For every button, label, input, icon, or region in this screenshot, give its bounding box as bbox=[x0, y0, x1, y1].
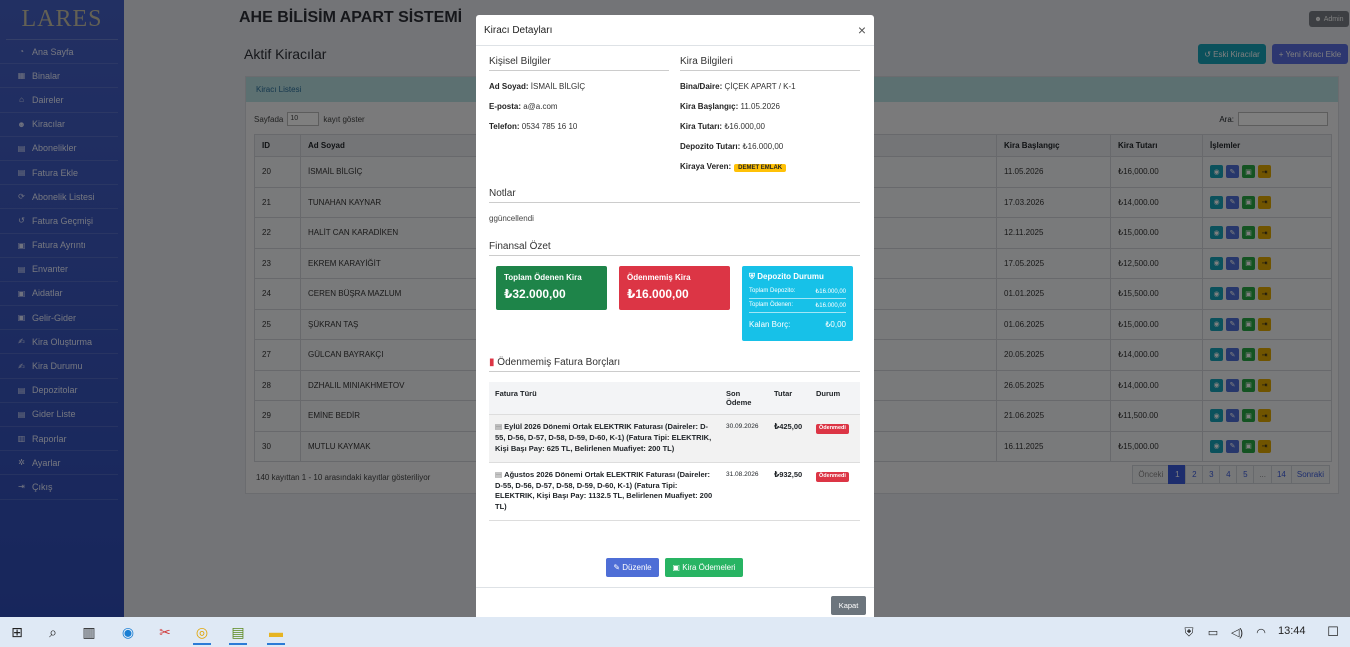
modal-footer: Kapat bbox=[476, 587, 874, 617]
chrome-icon[interactable]: ◎ bbox=[189, 619, 215, 645]
taskbar: ⊞ ⌕ ▥ ◉ ✂ ◎ ▤ ▬ ⛨ ▭ ◁) ◠ 13:44 ☐ bbox=[0, 617, 1350, 647]
edit-button[interactable]: ✎ Düzenle bbox=[606, 558, 659, 577]
volume-icon[interactable]: ◁) bbox=[1224, 619, 1250, 645]
landlord: Kiraya Veren: DEMET EMLAK bbox=[680, 162, 787, 172]
windows-start-icon[interactable]: ⊞ bbox=[4, 619, 30, 645]
shield-icon: ⛨ bbox=[749, 272, 755, 281]
notes-title: Notlar bbox=[489, 188, 860, 203]
close-button[interactable]: Kapat bbox=[831, 596, 866, 615]
invoice-amount: ₺932,50 bbox=[768, 462, 810, 522]
search-icon[interactable]: ⌕ bbox=[40, 619, 66, 645]
paid-rent-box: Toplam Ödenen Kira ₺32.000,00 bbox=[496, 266, 607, 310]
tenant-email: E-posta: a@a.com bbox=[489, 102, 558, 111]
notifications-icon[interactable]: ☐ bbox=[1320, 619, 1346, 645]
rent-payments-button[interactable]: ▣ Kira Ödemeleri bbox=[665, 558, 743, 577]
battery-icon[interactable]: ▭ bbox=[1200, 619, 1226, 645]
invoice-due: 31.08.2026 bbox=[720, 462, 768, 522]
snipping-tool-icon[interactable]: ✂ bbox=[152, 619, 178, 645]
unpaid-invoices-title: ▮ Ödenmemiş Fatura Borçları bbox=[489, 357, 860, 372]
invoice-amount: ₺425,00 bbox=[768, 414, 810, 463]
money-icon: ▣ bbox=[672, 563, 683, 572]
task-view-icon[interactable]: ▥ bbox=[76, 619, 102, 645]
modal-title: Kiracı Detayları bbox=[484, 24, 553, 36]
paid-rent-value: ₺32.000,00 bbox=[504, 287, 566, 301]
rent-amount: Kira Tutarı: ₺16.000,00 bbox=[680, 122, 765, 131]
close-icon[interactable]: × bbox=[858, 22, 866, 38]
file-icon: ▤ bbox=[495, 469, 505, 479]
deposit-amount: Depozito Tutarı: ₺16.000,00 bbox=[680, 142, 784, 151]
tenant-phone: Telefon: 0534 785 16 10 bbox=[489, 122, 578, 131]
unpaid-rent-value: ₺16.000,00 bbox=[627, 287, 689, 301]
security-shield-icon[interactable]: ⛨ bbox=[1176, 619, 1202, 645]
notepad-icon[interactable]: ▤ bbox=[225, 619, 251, 645]
unpaid-rent-box: Ödenmemiş Kira ₺16.000,00 bbox=[619, 266, 730, 310]
clock[interactable]: 13:44 bbox=[1278, 625, 1306, 637]
invoice-row: ▤ Ağustos 2026 Dönemi Ortak ELEKTRIK Fat… bbox=[489, 462, 860, 522]
invoice-row: ▤ Eylül 2026 Dönemi Ortak ELEKTRIK Fatur… bbox=[489, 414, 860, 463]
notes-text: ggüncellendi bbox=[489, 214, 534, 223]
invoice-table: Fatura Türü Son Ödeme Tutar Durum ▤ Eylü… bbox=[489, 382, 860, 522]
landlord-badge: DEMET EMLAK bbox=[734, 164, 787, 172]
rent-info-title: Kira Bilgileri bbox=[680, 56, 860, 71]
file-icon: ▮ bbox=[489, 357, 495, 368]
tenant-name: Ad Soyad: İSMAİL BİLGİÇ bbox=[489, 82, 586, 91]
finance-title: Finansal Özet bbox=[489, 241, 860, 256]
file-explorer-icon[interactable]: ▬ bbox=[263, 619, 289, 645]
rent-unit: Bina/Daire: ÇİÇEK APART / K-1 bbox=[680, 82, 796, 91]
deposit-status-box: ⛨ Depozito Durumu Toplam Depozito: ₺16.00… bbox=[742, 266, 853, 341]
file-icon: ▤ bbox=[495, 422, 505, 431]
personal-info-title: Kişisel Bilgiler bbox=[489, 56, 669, 71]
invoice-due: 30.09.2026 bbox=[720, 414, 768, 463]
tenant-detail-modal: Kiracı Detayları × Kişisel Bilgiler Ad S… bbox=[476, 15, 874, 617]
rent-start: Kira Başlangıç: 11.05.2026 bbox=[680, 102, 780, 111]
edit-icon: ✎ bbox=[613, 563, 623, 572]
edge-icon[interactable]: ◉ bbox=[115, 619, 141, 645]
wifi-icon[interactable]: ◠ bbox=[1248, 619, 1274, 645]
status-badge: Ödenmedi bbox=[816, 471, 849, 482]
status-badge: Ödenmedi bbox=[816, 424, 849, 434]
